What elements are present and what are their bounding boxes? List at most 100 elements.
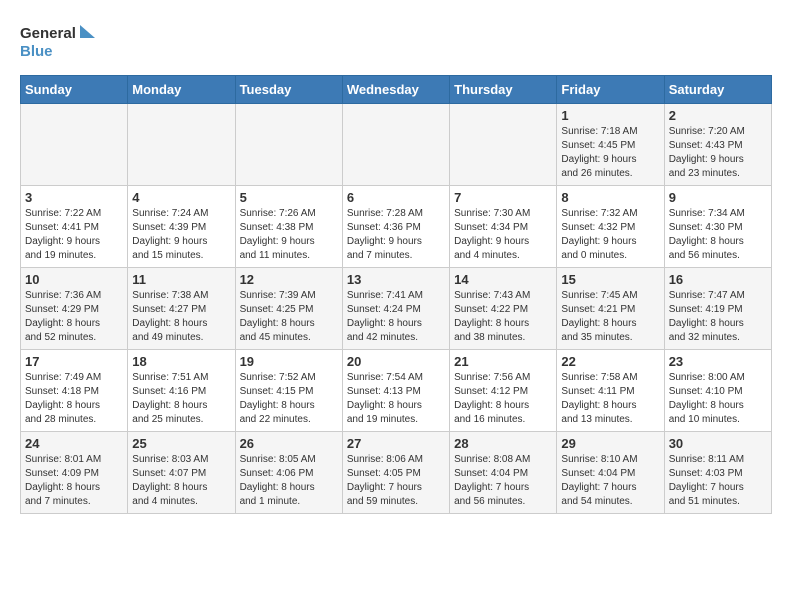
calendar-cell: 4Sunrise: 7:24 AM Sunset: 4:39 PM Daylig… bbox=[128, 186, 235, 268]
day-number: 23 bbox=[669, 354, 767, 369]
calendar-week-row: 24 Sunrise: 8:01 AM Sunset: 4:09 PM Dayli… bbox=[21, 432, 772, 514]
day-number: 28 bbox=[454, 436, 552, 451]
day-number: 14 bbox=[454, 272, 552, 287]
svg-text:Blue: Blue bbox=[20, 43, 53, 60]
day-number: 26 bbox=[240, 436, 338, 451]
calendar-week-row: 10Sunrise: 7:36 AM Sunset: 4:29 PM Dayli… bbox=[21, 268, 772, 350]
day-number: 5 bbox=[240, 190, 338, 205]
calendar-cell: 30 Sunrise: 8:11 AM Sunset: 4:03 PM Dayli… bbox=[664, 432, 771, 514]
day-info: Sunrise: 7:54 AM Sunset: 4:13 PM Dayligh… bbox=[347, 371, 445, 427]
day-info: Sunrise: 8:08 AM Sunset: 4:04 PM Dayligh… bbox=[454, 453, 552, 509]
calendar-week-row: 3 Sunrise: 7:22 AM Sunset: 4:41 PM Daylig… bbox=[21, 186, 772, 268]
day-info: Sunrise: 8:00 AM Sunset: 4:10 PM Dayligh… bbox=[669, 371, 767, 427]
day-info: Sunrise: 7:34 AM Sunset: 4:30 PM Dayligh… bbox=[669, 207, 767, 263]
day-number: 29 bbox=[561, 436, 659, 451]
day-info: Sunrise: 7:56 AM Sunset: 4:12 PM Dayligh… bbox=[454, 371, 552, 427]
page-header: GeneralBlue bbox=[20, 20, 772, 65]
calendar-cell: 20 Sunrise: 7:54 AM Sunset: 4:13 PM Dayli… bbox=[342, 350, 449, 432]
day-info: Sunrise: 8:03 AM Sunset: 4:07 PM Dayligh… bbox=[132, 453, 230, 509]
day-number: 24 bbox=[25, 436, 123, 451]
weekday-header-monday: Monday bbox=[128, 76, 235, 104]
day-number: 20 bbox=[347, 354, 445, 369]
logo: GeneralBlue bbox=[20, 20, 100, 65]
day-info: Sunrise: 7:32 AM Sunset: 4:32 PM Dayligh… bbox=[561, 207, 659, 263]
calendar-cell: 19 Sunrise: 7:52 AM Sunset: 4:15 PM Dayli… bbox=[235, 350, 342, 432]
day-number: 22 bbox=[561, 354, 659, 369]
day-info: Sunrise: 8:01 AM Sunset: 4:09 PM Dayligh… bbox=[25, 453, 123, 509]
day-info: Sunrise: 7:24 AM Sunset: 4:39 PM Dayligh… bbox=[132, 207, 230, 263]
calendar-cell bbox=[128, 104, 235, 186]
calendar-cell: 11 Sunrise: 7:38 AM Sunset: 4:27 PM Dayli… bbox=[128, 268, 235, 350]
calendar-cell: 18Sunrise: 7:51 AM Sunset: 4:16 PM Dayli… bbox=[128, 350, 235, 432]
calendar-cell: 29 Sunrise: 8:10 AM Sunset: 4:04 PM Dayli… bbox=[557, 432, 664, 514]
calendar-cell: 23 Sunrise: 8:00 AM Sunset: 4:10 PM Dayli… bbox=[664, 350, 771, 432]
calendar-cell: 12 Sunrise: 7:39 AM Sunset: 4:25 PM Dayli… bbox=[235, 268, 342, 350]
calendar-cell: 3 Sunrise: 7:22 AM Sunset: 4:41 PM Daylig… bbox=[21, 186, 128, 268]
logo-svg: GeneralBlue bbox=[20, 20, 100, 65]
day-info: Sunrise: 7:26 AM Sunset: 4:38 PM Dayligh… bbox=[240, 207, 338, 263]
calendar-cell: 5 Sunrise: 7:26 AM Sunset: 4:38 PM Daylig… bbox=[235, 186, 342, 268]
weekday-header-sunday: Sunday bbox=[21, 76, 128, 104]
day-info: Sunrise: 7:22 AM Sunset: 4:41 PM Dayligh… bbox=[25, 207, 123, 263]
day-info: Sunrise: 7:47 AM Sunset: 4:19 PM Dayligh… bbox=[669, 289, 767, 345]
calendar-cell: 6Sunrise: 7:28 AM Sunset: 4:36 PM Daylig… bbox=[342, 186, 449, 268]
calendar-cell: 14 Sunrise: 7:43 AM Sunset: 4:22 PM Dayli… bbox=[450, 268, 557, 350]
day-info: Sunrise: 7:41 AM Sunset: 4:24 PM Dayligh… bbox=[347, 289, 445, 345]
day-info: Sunrise: 7:30 AM Sunset: 4:34 PM Dayligh… bbox=[454, 207, 552, 263]
calendar-cell: 13Sunrise: 7:41 AM Sunset: 4:24 PM Dayli… bbox=[342, 268, 449, 350]
calendar-cell bbox=[21, 104, 128, 186]
day-number: 25 bbox=[132, 436, 230, 451]
calendar-cell: 15 Sunrise: 7:45 AM Sunset: 4:21 PM Dayli… bbox=[557, 268, 664, 350]
calendar-cell: 9 Sunrise: 7:34 AM Sunset: 4:30 PM Daylig… bbox=[664, 186, 771, 268]
calendar-cell: 17Sunrise: 7:49 AM Sunset: 4:18 PM Dayli… bbox=[21, 350, 128, 432]
day-number: 19 bbox=[240, 354, 338, 369]
day-number: 30 bbox=[669, 436, 767, 451]
calendar-cell: 22 Sunrise: 7:58 AM Sunset: 4:11 PM Dayli… bbox=[557, 350, 664, 432]
day-info: Sunrise: 8:06 AM Sunset: 4:05 PM Dayligh… bbox=[347, 453, 445, 509]
day-number: 16 bbox=[669, 272, 767, 287]
day-info: Sunrise: 7:45 AM Sunset: 4:21 PM Dayligh… bbox=[561, 289, 659, 345]
weekday-header-tuesday: Tuesday bbox=[235, 76, 342, 104]
calendar-cell: 10Sunrise: 7:36 AM Sunset: 4:29 PM Dayli… bbox=[21, 268, 128, 350]
day-number: 10 bbox=[25, 272, 123, 287]
calendar-cell bbox=[235, 104, 342, 186]
weekday-header-saturday: Saturday bbox=[664, 76, 771, 104]
day-number: 7 bbox=[454, 190, 552, 205]
day-number: 27 bbox=[347, 436, 445, 451]
day-number: 21 bbox=[454, 354, 552, 369]
day-info: Sunrise: 7:52 AM Sunset: 4:15 PM Dayligh… bbox=[240, 371, 338, 427]
calendar-table: SundayMondayTuesdayWednesdayThursdayFrid… bbox=[20, 75, 772, 514]
day-number: 6 bbox=[347, 190, 445, 205]
day-info: Sunrise: 7:43 AM Sunset: 4:22 PM Dayligh… bbox=[454, 289, 552, 345]
day-number: 15 bbox=[561, 272, 659, 287]
day-info: Sunrise: 7:18 AM Sunset: 4:45 PM Dayligh… bbox=[561, 125, 659, 181]
calendar-cell: 24 Sunrise: 8:01 AM Sunset: 4:09 PM Dayli… bbox=[21, 432, 128, 514]
day-info: Sunrise: 7:20 AM Sunset: 4:43 PM Dayligh… bbox=[669, 125, 767, 181]
day-info: Sunrise: 7:39 AM Sunset: 4:25 PM Dayligh… bbox=[240, 289, 338, 345]
day-number: 9 bbox=[669, 190, 767, 205]
calendar-cell bbox=[342, 104, 449, 186]
day-info: Sunrise: 8:11 AM Sunset: 4:03 PM Dayligh… bbox=[669, 453, 767, 509]
calendar-cell: 27 Sunrise: 8:06 AM Sunset: 4:05 PM Dayli… bbox=[342, 432, 449, 514]
day-number: 3 bbox=[25, 190, 123, 205]
day-info: Sunrise: 8:05 AM Sunset: 4:06 PM Dayligh… bbox=[240, 453, 338, 509]
day-number: 2 bbox=[669, 108, 767, 123]
calendar-cell: 26 Sunrise: 8:05 AM Sunset: 4:06 PM Dayli… bbox=[235, 432, 342, 514]
svg-text:General: General bbox=[20, 25, 76, 42]
calendar-cell: 25 Sunrise: 8:03 AM Sunset: 4:07 PM Dayli… bbox=[128, 432, 235, 514]
calendar-cell: 1 Sunrise: 7:18 AM Sunset: 4:45 PM Daylig… bbox=[557, 104, 664, 186]
day-info: Sunrise: 7:49 AM Sunset: 4:18 PM Dayligh… bbox=[25, 371, 123, 427]
day-info: Sunrise: 7:38 AM Sunset: 4:27 PM Dayligh… bbox=[132, 289, 230, 345]
calendar-cell: 2 Sunrise: 7:20 AM Sunset: 4:43 PM Daylig… bbox=[664, 104, 771, 186]
day-number: 8 bbox=[561, 190, 659, 205]
calendar-cell: 28 Sunrise: 8:08 AM Sunset: 4:04 PM Dayli… bbox=[450, 432, 557, 514]
day-info: Sunrise: 8:10 AM Sunset: 4:04 PM Dayligh… bbox=[561, 453, 659, 509]
calendar-cell: 7 Sunrise: 7:30 AM Sunset: 4:34 PM Daylig… bbox=[450, 186, 557, 268]
day-number: 1 bbox=[561, 108, 659, 123]
day-info: Sunrise: 7:58 AM Sunset: 4:11 PM Dayligh… bbox=[561, 371, 659, 427]
day-number: 12 bbox=[240, 272, 338, 287]
day-number: 18 bbox=[132, 354, 230, 369]
weekday-header-row: SundayMondayTuesdayWednesdayThursdayFrid… bbox=[21, 76, 772, 104]
calendar-cell: 21 Sunrise: 7:56 AM Sunset: 4:12 PM Dayli… bbox=[450, 350, 557, 432]
day-number: 11 bbox=[132, 272, 230, 287]
